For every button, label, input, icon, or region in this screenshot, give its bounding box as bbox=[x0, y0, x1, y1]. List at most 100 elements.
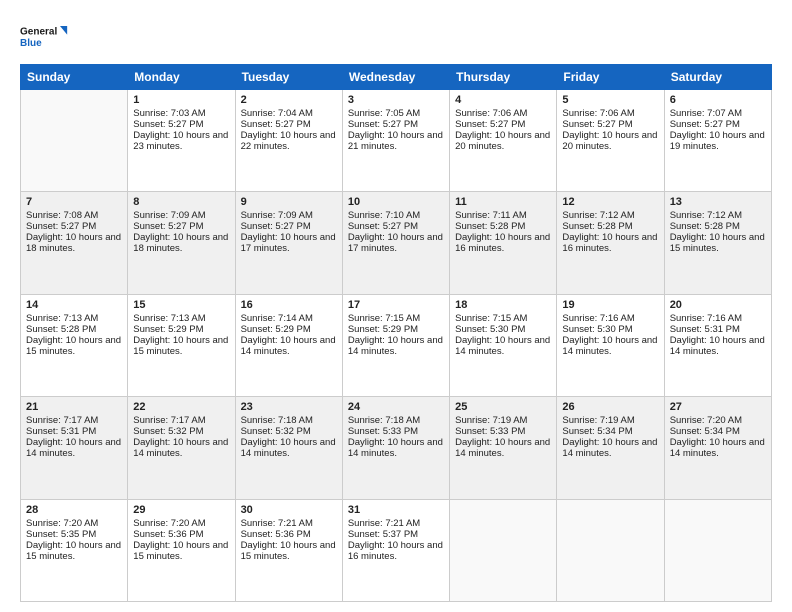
sunrise-text: Sunrise: 7:21 AM bbox=[348, 518, 420, 529]
sunrise-text: Sunrise: 7:12 AM bbox=[670, 210, 742, 221]
sunset-text: Sunset: 5:27 PM bbox=[133, 119, 203, 130]
day-number: 17 bbox=[348, 299, 444, 311]
sunset-text: Sunset: 5:28 PM bbox=[26, 324, 96, 335]
calendar-cell: 7 Sunrise: 7:08 AM Sunset: 5:27 PM Dayli… bbox=[21, 192, 128, 294]
sunrise-text: Sunrise: 7:17 AM bbox=[133, 415, 205, 426]
week-row-4: 21 Sunrise: 7:17 AM Sunset: 5:31 PM Dayl… bbox=[21, 397, 772, 499]
calendar-cell: 5 Sunrise: 7:06 AM Sunset: 5:27 PM Dayli… bbox=[557, 90, 664, 192]
calendar-cell: 3 Sunrise: 7:05 AM Sunset: 5:27 PM Dayli… bbox=[342, 90, 449, 192]
daylight-text: Daylight: 10 hours and 14 minutes. bbox=[455, 335, 550, 357]
daylight-text: Daylight: 10 hours and 14 minutes. bbox=[348, 335, 443, 357]
sunset-text: Sunset: 5:27 PM bbox=[348, 221, 418, 232]
sunrise-text: Sunrise: 7:08 AM bbox=[26, 210, 98, 221]
calendar-cell: 21 Sunrise: 7:17 AM Sunset: 5:31 PM Dayl… bbox=[21, 397, 128, 499]
day-number: 7 bbox=[26, 196, 122, 208]
sunrise-text: Sunrise: 7:06 AM bbox=[455, 108, 527, 119]
sunrise-text: Sunrise: 7:14 AM bbox=[241, 313, 313, 324]
sunset-text: Sunset: 5:27 PM bbox=[241, 221, 311, 232]
sunset-text: Sunset: 5:34 PM bbox=[670, 426, 740, 437]
day-number: 25 bbox=[455, 401, 551, 413]
sunset-text: Sunset: 5:37 PM bbox=[348, 529, 418, 540]
calendar-cell: 8 Sunrise: 7:09 AM Sunset: 5:27 PM Dayli… bbox=[128, 192, 235, 294]
sunset-text: Sunset: 5:34 PM bbox=[562, 426, 632, 437]
day-number: 15 bbox=[133, 299, 229, 311]
svg-text:Blue: Blue bbox=[20, 38, 42, 49]
day-number: 3 bbox=[348, 94, 444, 106]
sunset-text: Sunset: 5:27 PM bbox=[241, 119, 311, 130]
daylight-text: Daylight: 10 hours and 15 minutes. bbox=[26, 540, 121, 562]
day-number: 31 bbox=[348, 504, 444, 516]
calendar-cell: 2 Sunrise: 7:04 AM Sunset: 5:27 PM Dayli… bbox=[235, 90, 342, 192]
sunrise-text: Sunrise: 7:20 AM bbox=[26, 518, 98, 529]
calendar-cell: 24 Sunrise: 7:18 AM Sunset: 5:33 PM Dayl… bbox=[342, 397, 449, 499]
sunset-text: Sunset: 5:32 PM bbox=[241, 426, 311, 437]
calendar-cell: 16 Sunrise: 7:14 AM Sunset: 5:29 PM Dayl… bbox=[235, 294, 342, 396]
weekday-friday: Friday bbox=[557, 65, 664, 90]
day-number: 11 bbox=[455, 196, 551, 208]
weekday-saturday: Saturday bbox=[664, 65, 771, 90]
header: General Blue bbox=[20, 18, 772, 54]
sunrise-text: Sunrise: 7:07 AM bbox=[670, 108, 742, 119]
calendar-cell: 26 Sunrise: 7:19 AM Sunset: 5:34 PM Dayl… bbox=[557, 397, 664, 499]
daylight-text: Daylight: 10 hours and 20 minutes. bbox=[562, 130, 657, 152]
sunrise-text: Sunrise: 7:03 AM bbox=[133, 108, 205, 119]
daylight-text: Daylight: 10 hours and 15 minutes. bbox=[133, 335, 228, 357]
daylight-text: Daylight: 10 hours and 18 minutes. bbox=[133, 232, 228, 254]
daylight-text: Daylight: 10 hours and 14 minutes. bbox=[133, 437, 228, 459]
day-number: 30 bbox=[241, 504, 337, 516]
daylight-text: Daylight: 10 hours and 14 minutes. bbox=[670, 437, 765, 459]
sunset-text: Sunset: 5:27 PM bbox=[26, 221, 96, 232]
sunset-text: Sunset: 5:28 PM bbox=[455, 221, 525, 232]
calendar-cell: 12 Sunrise: 7:12 AM Sunset: 5:28 PM Dayl… bbox=[557, 192, 664, 294]
daylight-text: Daylight: 10 hours and 14 minutes. bbox=[348, 437, 443, 459]
sunrise-text: Sunrise: 7:20 AM bbox=[670, 415, 742, 426]
logo-icon: General Blue bbox=[20, 18, 70, 54]
sunset-text: Sunset: 5:29 PM bbox=[133, 324, 203, 335]
weekday-monday: Monday bbox=[128, 65, 235, 90]
daylight-text: Daylight: 10 hours and 22 minutes. bbox=[241, 130, 336, 152]
daylight-text: Daylight: 10 hours and 14 minutes. bbox=[241, 335, 336, 357]
sunset-text: Sunset: 5:30 PM bbox=[562, 324, 632, 335]
calendar-cell: 11 Sunrise: 7:11 AM Sunset: 5:28 PM Dayl… bbox=[450, 192, 557, 294]
sunrise-text: Sunrise: 7:09 AM bbox=[133, 210, 205, 221]
daylight-text: Daylight: 10 hours and 21 minutes. bbox=[348, 130, 443, 152]
sunset-text: Sunset: 5:35 PM bbox=[26, 529, 96, 540]
calendar-cell: 19 Sunrise: 7:16 AM Sunset: 5:30 PM Dayl… bbox=[557, 294, 664, 396]
weekday-wednesday: Wednesday bbox=[342, 65, 449, 90]
day-number: 5 bbox=[562, 94, 658, 106]
calendar-cell: 1 Sunrise: 7:03 AM Sunset: 5:27 PM Dayli… bbox=[128, 90, 235, 192]
calendar-cell: 13 Sunrise: 7:12 AM Sunset: 5:28 PM Dayl… bbox=[664, 192, 771, 294]
calendar-cell: 20 Sunrise: 7:16 AM Sunset: 5:31 PM Dayl… bbox=[664, 294, 771, 396]
sunset-text: Sunset: 5:27 PM bbox=[455, 119, 525, 130]
sunrise-text: Sunrise: 7:09 AM bbox=[241, 210, 313, 221]
svg-text:General: General bbox=[20, 27, 57, 38]
sunrise-text: Sunrise: 7:11 AM bbox=[455, 210, 527, 221]
sunset-text: Sunset: 5:30 PM bbox=[455, 324, 525, 335]
sunset-text: Sunset: 5:27 PM bbox=[670, 119, 740, 130]
sunset-text: Sunset: 5:29 PM bbox=[348, 324, 418, 335]
day-number: 9 bbox=[241, 196, 337, 208]
day-number: 28 bbox=[26, 504, 122, 516]
sunrise-text: Sunrise: 7:20 AM bbox=[133, 518, 205, 529]
day-number: 29 bbox=[133, 504, 229, 516]
daylight-text: Daylight: 10 hours and 17 minutes. bbox=[241, 232, 336, 254]
sunrise-text: Sunrise: 7:16 AM bbox=[670, 313, 742, 324]
day-number: 21 bbox=[26, 401, 122, 413]
daylight-text: Daylight: 10 hours and 18 minutes. bbox=[26, 232, 121, 254]
calendar-cell bbox=[21, 90, 128, 192]
calendar-cell: 29 Sunrise: 7:20 AM Sunset: 5:36 PM Dayl… bbox=[128, 499, 235, 601]
sunset-text: Sunset: 5:33 PM bbox=[348, 426, 418, 437]
sunset-text: Sunset: 5:32 PM bbox=[133, 426, 203, 437]
calendar-cell: 31 Sunrise: 7:21 AM Sunset: 5:37 PM Dayl… bbox=[342, 499, 449, 601]
day-number: 13 bbox=[670, 196, 766, 208]
day-number: 23 bbox=[241, 401, 337, 413]
day-number: 16 bbox=[241, 299, 337, 311]
sunset-text: Sunset: 5:31 PM bbox=[670, 324, 740, 335]
sunrise-text: Sunrise: 7:10 AM bbox=[348, 210, 420, 221]
calendar-cell: 23 Sunrise: 7:18 AM Sunset: 5:32 PM Dayl… bbox=[235, 397, 342, 499]
weekday-sunday: Sunday bbox=[21, 65, 128, 90]
calendar-cell bbox=[557, 499, 664, 601]
day-number: 20 bbox=[670, 299, 766, 311]
sunrise-text: Sunrise: 7:13 AM bbox=[26, 313, 98, 324]
day-number: 26 bbox=[562, 401, 658, 413]
